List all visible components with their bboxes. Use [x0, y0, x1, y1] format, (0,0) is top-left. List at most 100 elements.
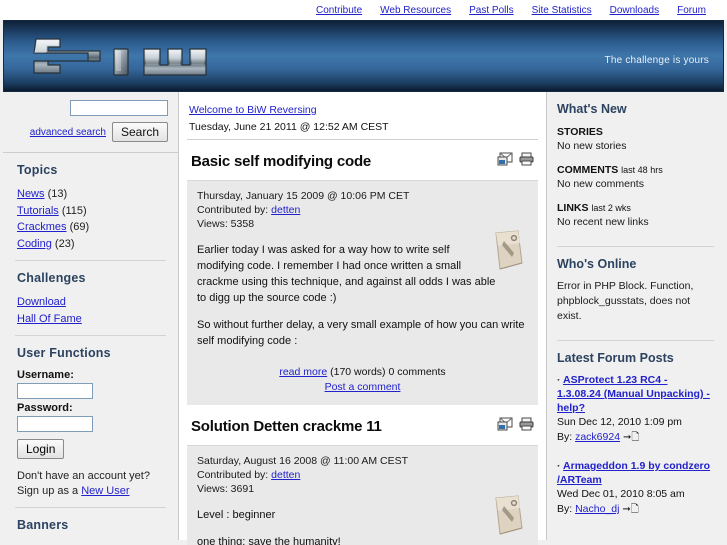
topics-heading: Topics: [17, 163, 58, 177]
article-title[interactable]: Basic self modifying code: [191, 153, 371, 170]
contributed-label: Contributed by:: [197, 469, 269, 481]
contributed-label: Contributed by:: [197, 204, 269, 216]
banners-block: Banners ?: [3, 508, 178, 545]
topic-link-coding[interactable]: Coding: [17, 238, 52, 250]
by-label: By:: [557, 431, 573, 443]
topic-row-crackmes: Crackmes (69): [17, 219, 166, 236]
article-icon-group: [497, 152, 534, 171]
article-icon-group: [497, 417, 534, 436]
site-logo[interactable]: [26, 31, 296, 83]
username-label: Username:: [17, 369, 74, 381]
challenges-link-hall-of-fame[interactable]: Hall Of Fame: [17, 313, 82, 325]
article-header: Solution Detten crackme 11: [187, 415, 538, 445]
whats-new-heading: What's New: [557, 102, 627, 116]
topic-row-coding: Coding (23): [17, 236, 166, 253]
username-input[interactable]: [17, 383, 93, 399]
contributor-link[interactable]: detten: [271, 469, 300, 481]
banners-heading: Banners: [17, 518, 69, 532]
whos-online-heading: Who's Online: [557, 257, 637, 271]
stories-label: STORIES: [557, 126, 603, 138]
topnav-item-web-resources[interactable]: Web Resources: [371, 5, 460, 16]
forum-post-title-row: · ASProtect 1.23 RC4 - 1.3.08.24 (Manual…: [557, 373, 714, 415]
article-paragraph-2: So without further delay, a very small e…: [197, 319, 525, 347]
topic-link-crackmes[interactable]: Crackmes: [17, 221, 67, 233]
forum-post-author-row: By: Nacho_dj ➞🗋: [557, 502, 714, 517]
views-count: 3691: [230, 483, 255, 495]
forum-post-author-link[interactable]: Nacho_dj: [575, 503, 619, 515]
article-date: Saturday, August 16 2008 @ 11:00 AM CEST: [197, 455, 409, 467]
topic-link-news[interactable]: News: [17, 188, 45, 200]
topic-link-tutorials[interactable]: Tutorials: [17, 205, 59, 217]
topic-row-tutorials: Tutorials (115): [17, 203, 166, 220]
forum-post-date: Wed Dec 01, 2010 8:05 am: [557, 488, 685, 500]
links-label-text: LINKS: [557, 202, 589, 214]
article-footer-links: read more (170 words) 0 comments Post a …: [197, 365, 528, 395]
login-button[interactable]: Login: [17, 439, 65, 459]
contributor-link[interactable]: detten: [271, 204, 300, 216]
comments-text: No new comments: [557, 178, 644, 190]
article-basic-self-modifying-code: Basic self modifying code Thursday, Janu…: [187, 140, 538, 405]
page-root: Contribute Web Resources Past Polls Site…: [0, 0, 727, 545]
by-label: By:: [557, 503, 573, 515]
comment-count: 0 comments: [388, 366, 446, 378]
links-text: No recent new links: [557, 216, 649, 228]
printer-icon[interactable]: [519, 417, 534, 436]
email-story-icon[interactable]: [497, 152, 513, 171]
search-button[interactable]: Search: [111, 122, 168, 142]
goto-post-icon[interactable]: ➞🗋: [622, 504, 638, 515]
forum-post-date: Sun Dec 12, 2010 1:09 pm: [557, 416, 682, 428]
topnav-item-downloads[interactable]: Downloads: [601, 5, 668, 16]
search-block: advanced search Search: [3, 92, 178, 153]
article-paragraph-2: one thing: save the humanity!: [197, 536, 341, 545]
topic-count-coding: (23): [54, 237, 75, 250]
topnav-item-site-statistics[interactable]: Site Statistics: [523, 5, 601, 16]
forum-post-author-row: By: zack6924 ➞🗋: [557, 430, 714, 445]
article-paragraph-1: Earlier today I was asked for a way how …: [197, 244, 496, 304]
printer-icon[interactable]: [519, 152, 534, 171]
forum-post-item: · ASProtect 1.23 RC4 - 1.3.08.24 (Manual…: [557, 373, 714, 445]
advanced-search-link[interactable]: advanced search: [30, 127, 106, 138]
challenges-link-download[interactable]: Download: [17, 296, 66, 308]
stories-text: No new stories: [557, 140, 627, 152]
topic-count-news: (13): [47, 188, 68, 200]
post-a-comment-link[interactable]: Post a comment: [325, 381, 401, 393]
challenges-row-hall-of-fame: Hall Of Fame: [17, 311, 166, 328]
article-body: Thursday, January 15 2009 @ 10:06 PM CET…: [187, 180, 538, 405]
challenges-row-download: Download: [17, 294, 166, 311]
bullet-icon: ·: [557, 460, 561, 472]
password-input[interactable]: [17, 416, 93, 432]
parchment-scroll-icon: [490, 494, 526, 536]
article-views: Views: 3691: [197, 482, 528, 496]
goto-post-icon[interactable]: ➞🗋: [623, 432, 639, 443]
user-functions-heading: User Functions: [17, 346, 111, 360]
forum-post-link[interactable]: Armageddon 1.9 by condzero /ARTeam: [557, 460, 710, 486]
links-period: last 2 wks: [591, 203, 631, 213]
article-title[interactable]: Solution Detten crackme 11: [191, 418, 382, 435]
article-date: Thursday, January 15 2009 @ 10:06 PM CET: [197, 190, 410, 202]
left-sidebar: advanced search Search Topics News (13) …: [3, 92, 179, 540]
challenges-heading: Challenges: [17, 271, 86, 285]
whats-new-block: What's New STORIES No new stories COMMEN…: [557, 92, 714, 234]
new-user-link[interactable]: New User: [81, 485, 129, 497]
forum-post-link[interactable]: ASProtect 1.23 RC4 - 1.3.08.24 (Manual U…: [557, 374, 710, 414]
search-input[interactable]: [70, 100, 168, 116]
forum-post-author-link[interactable]: zack6924: [575, 431, 620, 443]
article-solution-detten-crackme-11: Solution Detten crackme 11 Saturday, Aug…: [187, 405, 538, 545]
topnav-item-forum[interactable]: Forum: [668, 5, 715, 16]
whos-online-error-text: Error in PHP Block. Function, phpblock_g…: [557, 280, 694, 322]
forum-post-item: · Armageddon 1.9 by condzero /ARTeam Wed…: [557, 459, 714, 517]
forum-post-title-row: · Armageddon 1.9 by condzero /ARTeam: [557, 459, 714, 487]
article-contributor: Contributed by: detten: [197, 468, 528, 482]
topic-row-news: News (13): [17, 186, 166, 203]
welcome-link[interactable]: Welcome to BiW Reversing: [189, 104, 317, 116]
signup-prompt: Don't have an account yet? Sign up as a …: [17, 469, 166, 499]
email-story-icon[interactable]: [497, 417, 513, 436]
article-header: Basic self modifying code: [187, 150, 538, 180]
topnav-item-past-polls[interactable]: Past Polls: [460, 5, 522, 16]
links-label: LINKS last 2 wks: [557, 202, 714, 214]
read-more-link[interactable]: read more: [279, 366, 327, 378]
site-header-banner: The challenge is yours: [3, 20, 724, 92]
comments-label-text: COMMENTS: [557, 164, 619, 176]
article-contributor: Contributed by: detten: [197, 203, 528, 217]
topnav-item-contribute[interactable]: Contribute: [307, 5, 371, 16]
